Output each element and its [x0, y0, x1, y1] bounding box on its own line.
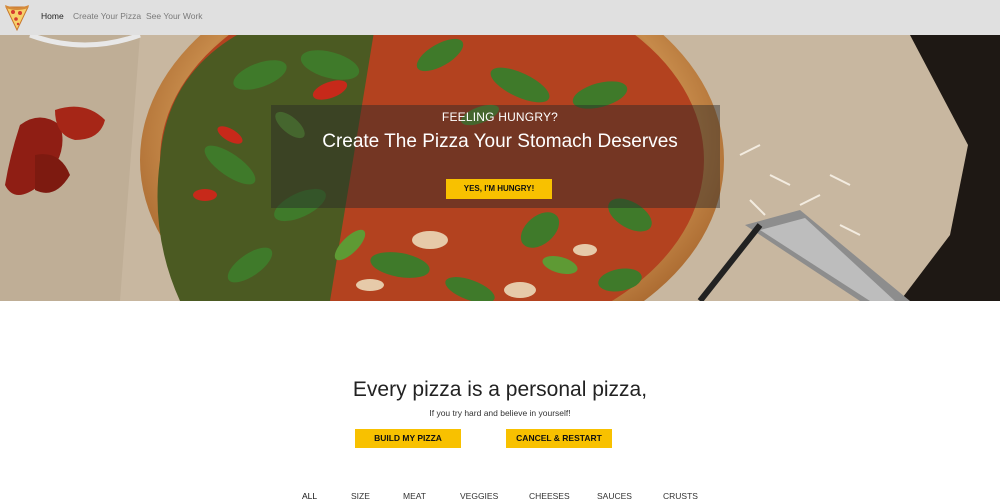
hero-title: Create The Pizza Your Stomach Deserves	[322, 131, 678, 152]
section-subline: If you try hard and believe in yourself!	[429, 408, 571, 418]
build-my-pizza-button[interactable]: Build My Pizza	[355, 429, 461, 448]
navbar: Home Create Your Pizza See Your Work	[0, 0, 1000, 35]
section-headline: Every pizza is a personal pizza,	[352, 378, 648, 401]
filter-all[interactable]: All	[302, 491, 317, 501]
hero-banner: Feeling Hungry? Create The Pizza Your St…	[0, 35, 1000, 301]
hungry-button[interactable]: Yes, I'm Hungry!	[446, 179, 552, 199]
filter-veggies[interactable]: Veggies	[460, 491, 498, 501]
nav-link-home[interactable]: Home	[41, 11, 64, 21]
nav-link-create-your-pizza[interactable]: Create Your Pizza	[73, 11, 141, 21]
hero-eyebrow: Feeling Hungry?	[441, 110, 559, 124]
filter-meat[interactable]: Meat	[403, 491, 426, 501]
nav-link-see-your-work[interactable]: See Your Work	[146, 11, 203, 21]
filter-size[interactable]: Size	[351, 491, 370, 501]
filter-sauces[interactable]: Sauces	[597, 491, 632, 501]
filter-crusts[interactable]: Crusts	[663, 491, 698, 501]
filter-cheeses[interactable]: Cheeses	[529, 491, 570, 501]
cancel-restart-button[interactable]: Cancel & Restart	[506, 429, 612, 448]
pizza-slice-icon[interactable]	[3, 2, 31, 32]
